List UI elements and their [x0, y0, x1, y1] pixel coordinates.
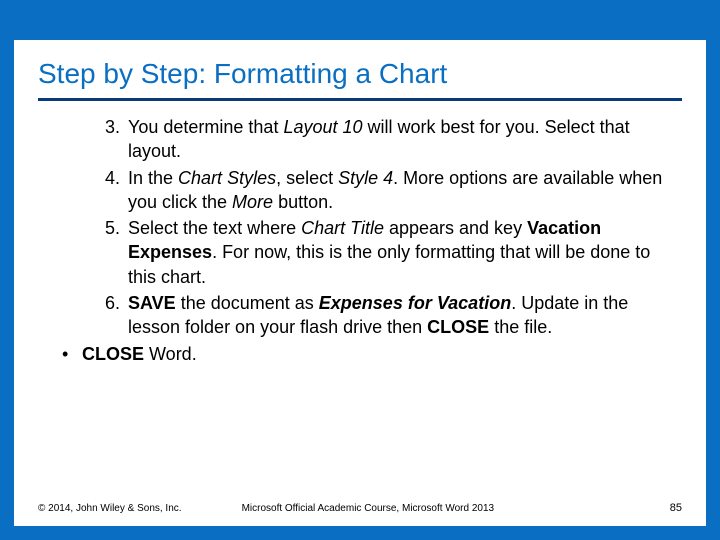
text-run: the document as: [176, 293, 319, 313]
text-run: Expenses for Vacation: [319, 293, 511, 313]
step-number: 3.: [92, 115, 120, 139]
content-area: 3.You determine that Layout 10 will work…: [38, 115, 682, 366]
text-run: More: [232, 192, 273, 212]
footer-copyright: © 2014, John Wiley & Sons, Inc.: [38, 503, 182, 514]
text-run: , select: [276, 168, 338, 188]
text-run: appears and key: [384, 218, 527, 238]
list-item: 3.You determine that Layout 10 will work…: [98, 115, 682, 164]
text-run: SAVE: [128, 293, 176, 313]
list-item: CLOSE Word.: [54, 342, 682, 366]
footer: © 2014, John Wiley & Sons, Inc. Microsof…: [38, 502, 682, 514]
text-run: You determine that: [128, 117, 283, 137]
step-list: 3.You determine that Layout 10 will work…: [98, 115, 682, 340]
footer-course: Microsoft Official Academic Course, Micr…: [242, 503, 495, 514]
footer-page-number: 85: [670, 502, 682, 514]
page-title: Step by Step: Formatting a Chart: [38, 58, 682, 101]
text-run: Chart Styles: [178, 168, 276, 188]
text-run: Style 4: [338, 168, 393, 188]
text-run: CLOSE: [82, 344, 144, 364]
list-item: 5.Select the text where Chart Title appe…: [98, 216, 682, 289]
list-item: 4.In the Chart Styles, select Style 4. M…: [98, 166, 682, 215]
list-item: 6. SAVE the document as Expenses for Vac…: [98, 291, 682, 340]
text-run: Select the text where: [128, 218, 301, 238]
bullet-list: CLOSE Word.: [54, 342, 682, 366]
step-number: 4.: [92, 166, 120, 190]
text-run: button.: [273, 192, 333, 212]
step-number: 6.: [92, 291, 120, 315]
step-number: 5.: [92, 216, 120, 240]
text-run: Layout 10: [283, 117, 362, 137]
text-run: Word.: [144, 344, 197, 364]
text-run: the file.: [489, 317, 552, 337]
text-run: CLOSE: [427, 317, 489, 337]
text-run: Chart Title: [301, 218, 384, 238]
text-run: In the: [128, 168, 178, 188]
slide: Step by Step: Formatting a Chart 3.You d…: [0, 0, 720, 540]
